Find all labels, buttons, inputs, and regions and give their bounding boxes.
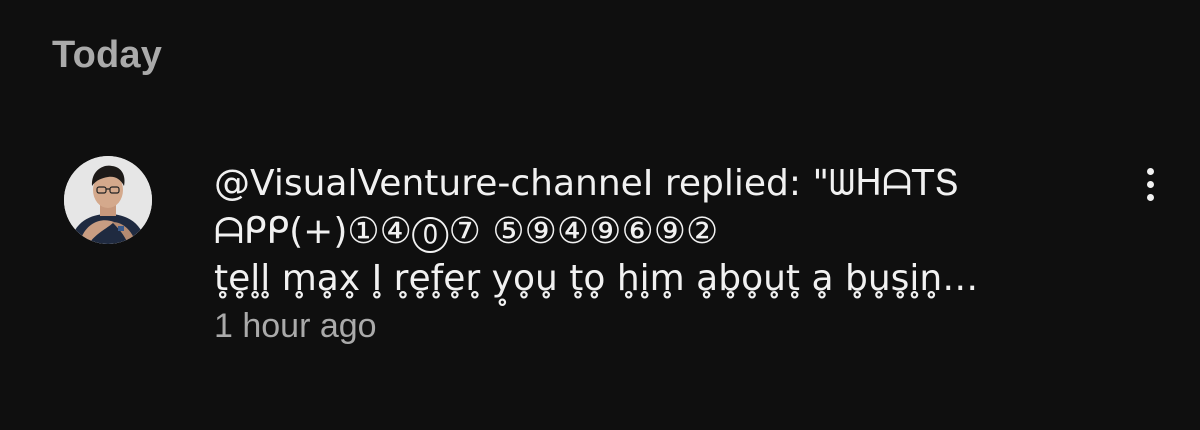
notification-timestamp: 1 hour ago — [214, 306, 377, 345]
notification-item[interactable]: @VisualVenture-channeI replied: "ᗯᕼᗩTՏ ᗩ… — [0, 150, 1200, 400]
notification-text: @VisualVenture-channeI replied: "ᗯᕼᗩTՏ ᗩ… — [214, 160, 1114, 303]
more-vertical-icon — [1146, 167, 1154, 175]
notification-text-line: @VisualVenture-channeI replied: "ᗯᕼᗩTՏ — [214, 163, 960, 204]
more-vertical-icon — [1146, 193, 1154, 201]
avatar[interactable] — [64, 156, 152, 244]
notification-text-line: ᗩᑭᑭ(+)①④⓪⑦ ⑤⑨④⑨⑥⑨② — [214, 210, 719, 252]
notification-text-line: t̥e̥l̥l̥ m̥ḁx̥ I̥ r̥e̥f̥e̥r̥ y̥o̥u̥ t̥o̥… — [214, 258, 979, 300]
notification-content: @VisualVenture-channeI replied: "ᗯᕼᗩTՏ ᗩ… — [214, 160, 1114, 346]
more-options-button[interactable] — [1130, 156, 1170, 212]
section-header-today: Today — [52, 34, 163, 76]
profile-photo-icon — [64, 156, 152, 244]
more-vertical-icon — [1146, 180, 1154, 188]
